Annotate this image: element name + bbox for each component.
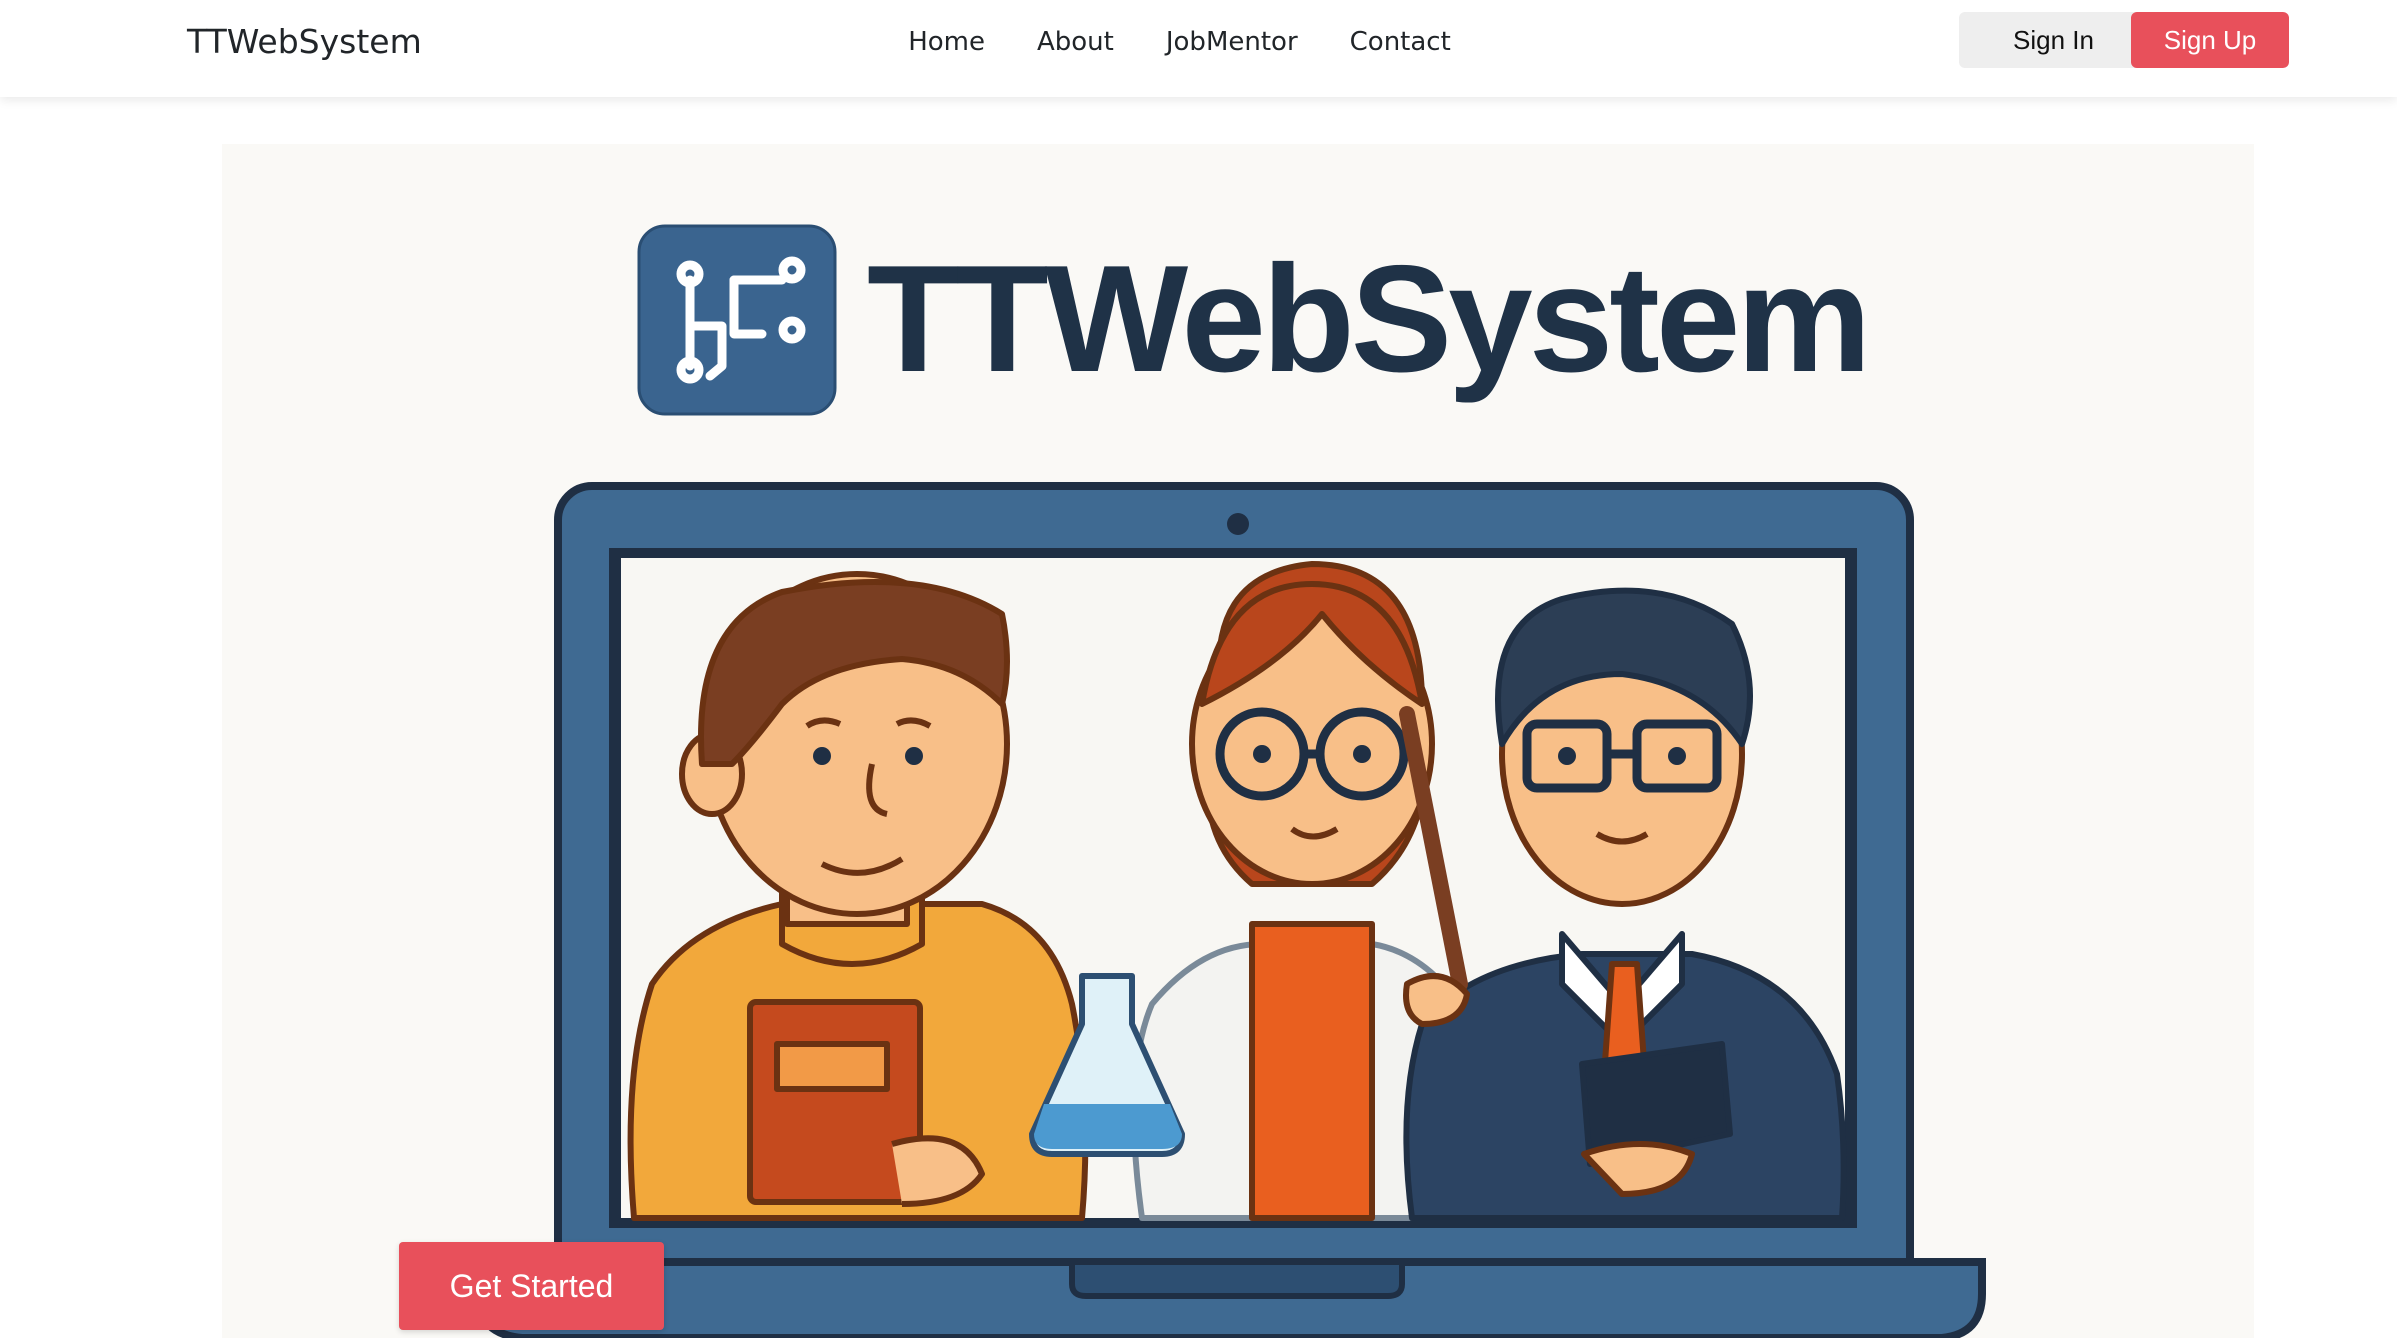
get-started-button[interactable]: Get Started [399,1242,664,1330]
sign-up-button[interactable]: Sign Up [2131,12,2289,68]
nav-contact[interactable]: Contact [1350,27,1451,57]
hero-banner: TTWebSystem [222,144,2254,1338]
sign-in-button[interactable]: Sign In [1959,12,2148,68]
nav-jobmentor[interactable]: JobMentor [1166,27,1298,57]
top-navbar: TTWebSystem Home About JobMentor Contact… [0,0,2397,97]
nav-about[interactable]: About [1037,27,1114,57]
hero-logo-text: TTWebSystem [867,234,1872,404]
circuit-logo-icon [637,224,837,416]
nav-home[interactable]: Home [908,27,985,57]
